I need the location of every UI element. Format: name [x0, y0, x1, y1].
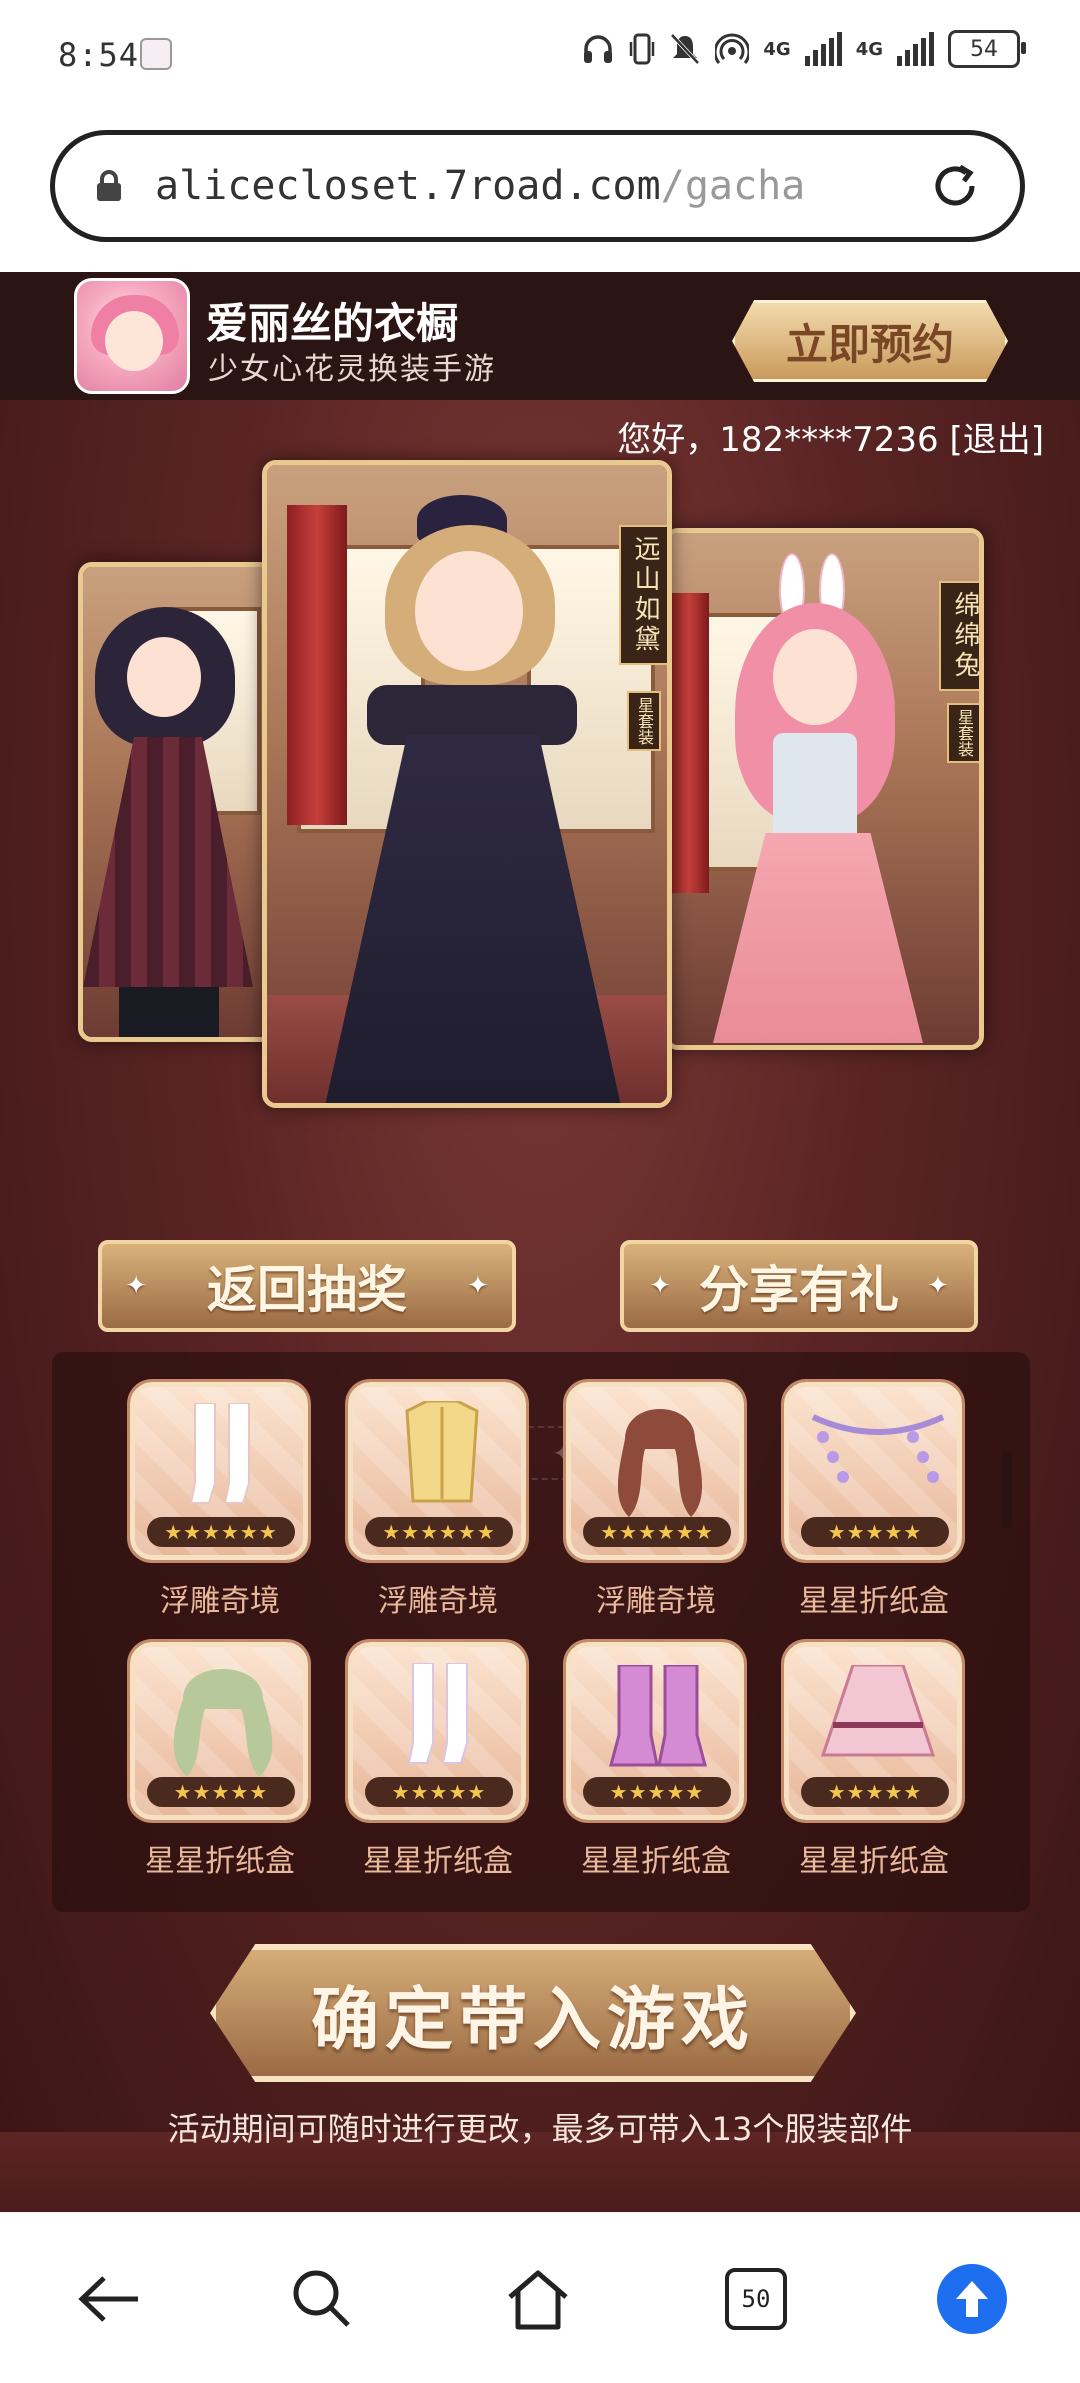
reserve-button[interactable]: 立即预约: [732, 300, 1008, 382]
reward-thumbnail: ★★★★★: [784, 1382, 962, 1560]
back-arrow-icon: [78, 2276, 138, 2322]
reward-thumbnail: ★★★★★★: [130, 1382, 308, 1560]
reward-label: 星星折纸盒: [799, 1844, 949, 1879]
reward-thumbnail: ★★★★★: [566, 1642, 744, 1820]
sparkle-icon: ✦: [467, 1271, 489, 1301]
url-host: alicecloset.7road.com: [155, 163, 661, 209]
app-name: 爱丽丝的衣橱: [206, 299, 459, 348]
url-text[interactable]: alicecloset.7road.com/gacha: [155, 163, 805, 209]
back-to-lottery-button[interactable]: ✦ 返回抽奖 ✦: [98, 1240, 516, 1332]
rarity-stars: ★★★★★: [801, 1777, 949, 1807]
reward-item[interactable]: ★★★★★★ 浮雕奇境: [566, 1382, 746, 1620]
search-icon: [293, 2270, 350, 2327]
sparkle-icon: ✦: [927, 1271, 949, 1301]
rarity-stars: ★★★★★: [583, 1777, 731, 1807]
headphones-icon: [584, 35, 613, 63]
hotspot-icon: [715, 33, 750, 64]
hair-icon: [173, 1669, 273, 1777]
socks-icon: [189, 1403, 250, 1504]
reward-label: 星星折纸盒: [799, 1584, 949, 1619]
rarity-stars: ★★★★★: [147, 1777, 295, 1807]
app-description: 少女心花灵换装手游: [208, 352, 496, 387]
rarity-stars: ★★★★★: [801, 1517, 949, 1547]
back-button[interactable]: [68, 2259, 148, 2339]
browser-navbar: 50: [0, 2212, 1080, 2383]
share-gift-button[interactable]: ✦ 分享有礼 ✦: [620, 1240, 978, 1332]
card-set-tag: 星套装: [627, 691, 661, 751]
reward-thumbnail: ★★★★★: [348, 1642, 526, 1820]
rarity-stars: ★★★★★★: [583, 1517, 731, 1547]
share-gift-label: 分享有礼: [699, 1261, 899, 1319]
reward-thumbnail: ★★★★★: [784, 1642, 962, 1820]
reward-item[interactable]: ★★★★★ 星星折纸盒: [130, 1642, 310, 1880]
rewards-panel: ★★★★★★ 浮雕奇境 ★★★★★★ 浮雕奇境 ★★★★★★ 浮雕奇境 ★★★★…: [52, 1352, 1030, 1912]
socks-icon: [407, 1663, 468, 1764]
user-greeting[interactable]: 您好，182****7236 [退出]: [617, 412, 1044, 461]
notification-app-icon: [140, 38, 172, 70]
tabs-count: 50: [725, 2268, 787, 2330]
home-button[interactable]: [498, 2259, 578, 2339]
vibrate-icon: [630, 33, 655, 65]
network-type-1: 4G: [763, 38, 791, 60]
search-button[interactable]: [282, 2259, 362, 2339]
battery-icon: 54: [948, 30, 1026, 68]
card-set-tag: 星套装: [947, 703, 979, 763]
gacha-page: 爱丽丝的衣橱 少女心花灵换装手游 立即预约 您好，182****7236 [退出…: [0, 272, 1080, 2212]
signal-icon: [804, 32, 842, 66]
status-bar: 8:54 4G 4G 54: [0, 0, 1080, 110]
lock-icon: [97, 170, 121, 201]
boots-icon: [609, 1665, 707, 1767]
skirt-icon: [820, 1665, 936, 1757]
carousel-card-left[interactable]: [78, 562, 278, 1042]
scroll-top-button[interactable]: [932, 2259, 1012, 2339]
sparkle-icon: ✦: [125, 1271, 147, 1301]
signal-icon-2: [897, 32, 934, 66]
card-set-name: 远山如黛: [619, 525, 667, 665]
confirm-button[interactable]: 确定带入游戏: [210, 1944, 856, 2082]
app-banner: 爱丽丝的衣橱 少女心花灵换装手游 立即预约: [0, 272, 1080, 400]
network-type-2: 4G: [855, 38, 883, 60]
headpiece-icon: [811, 1414, 945, 1483]
carousel-card-center[interactable]: 远山如黛 星套装: [262, 460, 672, 1108]
corset-icon: [405, 1401, 479, 1503]
address-bar[interactable]: alicecloset.7road.com/gacha: [50, 130, 1025, 242]
rarity-stars: ★★★★★★: [365, 1517, 513, 1547]
reward-item[interactable]: ★★★★★★ 浮雕奇境: [348, 1382, 528, 1620]
card-set-name: 绵绵兔: [939, 581, 979, 691]
home-icon: [508, 2270, 568, 2330]
rewards-scrollbar[interactable]: [1002, 1452, 1012, 1528]
reward-thumbnail: ★★★★★: [130, 1642, 308, 1820]
reward-thumbnail: ★★★★★★: [566, 1382, 744, 1560]
reward-item[interactable]: ★★★★★★ 浮雕奇境: [130, 1382, 310, 1620]
back-to-lottery-label: 返回抽奖: [207, 1261, 407, 1319]
reload-icon[interactable]: [928, 159, 982, 213]
rarity-stars: ★★★★★★: [147, 1517, 295, 1547]
battery-level: 54: [970, 36, 998, 62]
rarity-stars: ★★★★★: [365, 1777, 513, 1807]
reward-thumbnail: ★★★★★★: [348, 1382, 526, 1560]
tabs-button[interactable]: 50: [716, 2259, 796, 2339]
reward-item[interactable]: ★★★★★ 星星折纸盒: [566, 1642, 746, 1880]
arrow-up-icon: [937, 2264, 1007, 2334]
reward-item[interactable]: ★★★★★ 星星折纸盒: [784, 1642, 964, 1880]
mute-icon: [670, 33, 700, 65]
notice-text: 活动期间可随时进行更改，最多可带入13个服装部件: [167, 2110, 913, 2148]
reward-item[interactable]: ★★★★★ 星星折纸盒: [784, 1382, 964, 1620]
hair-icon: [617, 1409, 703, 1517]
url-path: /gacha: [660, 163, 806, 209]
status-time: 8:54: [58, 36, 140, 74]
carousel-card-right[interactable]: 绵绵兔 星套装: [664, 528, 984, 1050]
sparkle-icon: ✦: [649, 1271, 671, 1301]
app-logo: [74, 278, 190, 394]
reward-item[interactable]: ★★★★★ 星星折纸盒: [348, 1642, 528, 1880]
status-icons: 4G 4G 54: [581, 30, 1026, 68]
